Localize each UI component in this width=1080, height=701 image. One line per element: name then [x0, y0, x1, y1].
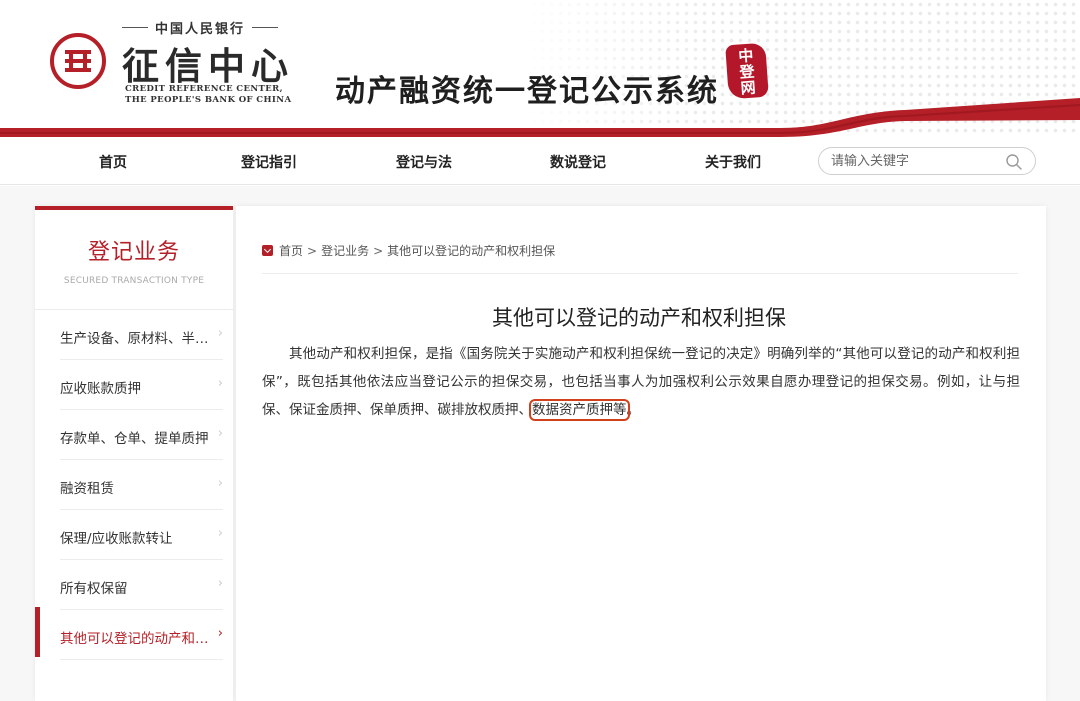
sidebar-menu: 生产设备、原材料、半成品、产品抵押 › 应收账款质押 › 存款单、仓单、提单质押… — [35, 310, 233, 660]
nav-item-guide[interactable]: 登记指引 — [241, 152, 297, 172]
sidebar-item-label: 其他可以登记的动产和权利担保 — [60, 631, 210, 647]
sidebar: 登记业务 SECURED TRANSACTION TYPE 生产设备、原材料、半… — [35, 206, 233, 701]
sidebar-item-retention-of-title[interactable]: 所有权保留 › — [60, 560, 223, 610]
sidebar-item-financial-leasing[interactable]: 融资租赁 › — [60, 460, 223, 510]
chevron-right-icon: › — [217, 576, 223, 591]
chevron-right-icon: › — [217, 476, 223, 491]
sidebar-item-label: 存款单、仓单、提单质押 — [60, 431, 209, 447]
sidebar-item-label: 所有权保留 — [60, 581, 128, 597]
chevron-right-icon: › — [217, 526, 223, 541]
breadcrumb-registration-business[interactable]: 登记业务 — [321, 244, 369, 258]
article-body: 其他动产和权利担保，是指《国务院关于实施动产和权利担保统一登记的决定》明确列举的… — [262, 340, 1020, 424]
search-box — [818, 147, 1036, 175]
article-title: 其他可以登记的动产和权利担保 — [492, 306, 786, 330]
article-body-text: 其他动产和权利担保，是指《国务院关于实施动产和权利担保统一登记的决定》明确列举的… — [262, 346, 1020, 418]
highlighted-phrase: 数据资产质押等 — [529, 399, 630, 421]
sidebar-active-indicator — [35, 607, 40, 657]
breadcrumb-separator: > — [373, 244, 384, 258]
sidebar-item-receivables-pledge[interactable]: 应收账款质押 › — [60, 360, 223, 410]
org-english-line-2: THE PEOPLE'S BANK OF CHINA — [125, 95, 292, 105]
zhongdengwang-seal-logo: 中登网 — [725, 42, 769, 100]
sidebar-item-factoring[interactable]: 保理/应收账款转让 › — [60, 510, 223, 560]
sidebar-title: 登记业务 — [87, 240, 180, 265]
bank-name: 中国人民银行 — [122, 18, 278, 37]
nav-item-about[interactable]: 关于我们 — [705, 152, 761, 172]
sidebar-item-label: 保理/应收账款转让 — [60, 531, 173, 547]
main-content: 首页 > 登记业务 > 其他可以登记的动产和权利担保 其他可以登记的动产和权利担保 其他… — [236, 206, 1046, 701]
sidebar-item-label: 生产设备、原材料、半成品、产品抵押 — [60, 331, 210, 347]
org-english-line-1: CREDIT REFERENCE CENTER, — [125, 84, 283, 94]
breadcrumb-home[interactable]: 首页 — [279, 244, 303, 258]
nav-item-law[interactable]: 登记与法 — [396, 152, 452, 172]
nav-item-stats[interactable]: 数说登记 — [550, 152, 606, 172]
pbc-emblem-icon — [50, 33, 106, 89]
sidebar-item-label: 应收账款质押 — [60, 381, 141, 397]
breadcrumb-separator: > — [307, 244, 318, 258]
main-nav: 首页 登记指引 登记与法 数说登记 关于我们 — [0, 137, 1080, 185]
divider — [262, 273, 1018, 274]
search-input[interactable] — [831, 152, 1001, 170]
system-title: 动产融资统一登记公示系统 — [335, 74, 719, 109]
chevron-right-icon: › — [217, 626, 223, 641]
breadcrumb-home-icon — [262, 245, 273, 256]
sidebar-item-other-security[interactable]: 其他可以登记的动产和权利担保 › — [60, 610, 223, 660]
sidebar-item-deposit-warehouse-pledge[interactable]: 存款单、仓单、提单质押 › — [60, 410, 223, 460]
chevron-right-icon: › — [217, 376, 223, 391]
nav-item-home[interactable]: 首页 — [99, 152, 127, 172]
sidebar-item-label: 融资租赁 — [60, 481, 114, 497]
article-body-end: 。 — [626, 402, 641, 418]
site-header: 中国人民银行 征信中心 CREDIT REFERENCE CENTER, THE… — [0, 0, 1080, 137]
chevron-right-icon: › — [217, 426, 223, 441]
sidebar-header: 登记业务 SECURED TRANSACTION TYPE — [35, 210, 233, 310]
chevron-right-icon: › — [217, 326, 223, 341]
search-icon[interactable] — [1005, 153, 1023, 171]
sidebar-item-equipment-mortgage[interactable]: 生产设备、原材料、半成品、产品抵押 › — [60, 310, 223, 360]
breadcrumb: 首页 > 登记业务 > 其他可以登记的动产和权利担保 — [262, 242, 555, 259]
org-english-name: CREDIT REFERENCE CENTER, THE PEOPLE'S BA… — [125, 84, 291, 106]
org-title: 征信中心 — [122, 44, 294, 88]
breadcrumb-current: 其他可以登记的动产和权利担保 — [387, 244, 556, 258]
sidebar-subtitle: SECURED TRANSACTION TYPE — [63, 276, 205, 286]
